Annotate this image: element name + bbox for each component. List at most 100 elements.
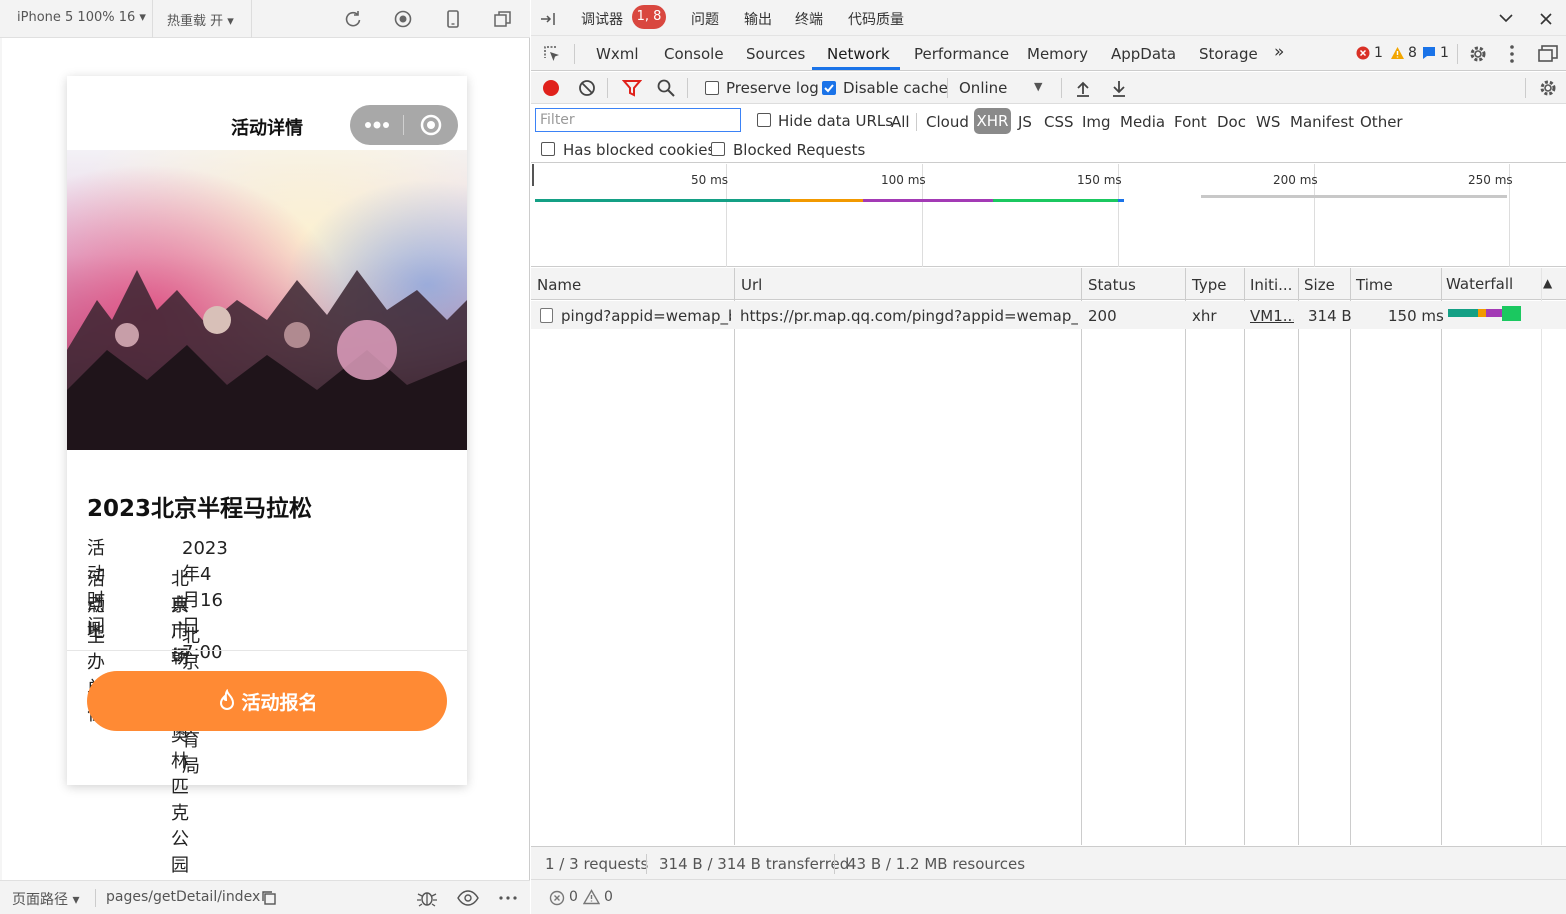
- tab-terminal[interactable]: 终端: [795, 9, 823, 29]
- filter-row: Filter Hide data URLs All Cloud XHR JS C…: [531, 105, 1566, 163]
- undock-icon[interactable]: [1537, 44, 1559, 64]
- tab-code-quality[interactable]: 代码质量: [848, 9, 904, 29]
- filter-type-font[interactable]: Font: [1174, 113, 1207, 131]
- capsule-menu[interactable]: [350, 105, 458, 145]
- filter-type-manifest[interactable]: Manifest: [1290, 113, 1354, 131]
- col-name[interactable]: Name: [537, 276, 581, 294]
- tab-storage[interactable]: Storage: [1199, 45, 1258, 63]
- column-divider[interactable]: [1441, 268, 1442, 845]
- tab-console[interactable]: Console: [664, 45, 724, 63]
- error-icon[interactable]: [1356, 46, 1370, 60]
- col-waterfall[interactable]: Waterfall: [1446, 275, 1513, 293]
- tab-performance[interactable]: Performance: [914, 45, 1009, 63]
- windows-icon[interactable]: [493, 9, 513, 29]
- export-har-icon[interactable]: [1111, 79, 1127, 97]
- hot-reload-select[interactable]: 热重载 开 ▾: [167, 10, 234, 29]
- request-url[interactable]: https://pr.map.qq.com/pingd?appid=wemap_…: [740, 307, 1078, 325]
- column-divider[interactable]: [734, 268, 735, 845]
- more-tabs-icon[interactable]: »: [1274, 42, 1284, 62]
- bug-icon[interactable]: [416, 888, 438, 908]
- more-icon[interactable]: [362, 116, 392, 134]
- filter-type-xhr[interactable]: XHR: [974, 108, 1011, 134]
- timeline-tick: 250 ms: [1468, 173, 1513, 187]
- filter-type-media[interactable]: Media: [1120, 113, 1165, 131]
- close-icon[interactable]: [1539, 12, 1553, 26]
- tab-sources[interactable]: Sources: [746, 45, 805, 63]
- tab-appdata[interactable]: AppData: [1111, 45, 1176, 63]
- device-select[interactable]: iPhone 5 100% 16 ▾: [17, 10, 146, 25]
- filter-type-other[interactable]: Other: [1360, 113, 1403, 131]
- network-overview-timeline[interactable]: 50 ms 100 ms 150 ms 200 ms 250 ms: [531, 164, 1566, 267]
- throttling-select[interactable]: Online: [959, 79, 1007, 97]
- close-miniprogram-icon[interactable]: [419, 113, 443, 137]
- blocked-requests-label: Blocked Requests: [733, 141, 866, 159]
- error-count: 1: [1374, 45, 1383, 61]
- col-time[interactable]: Time: [1356, 276, 1393, 294]
- filter-type-doc[interactable]: Doc: [1217, 113, 1246, 131]
- table-row[interactable]: pingd?appid=wemap_b... https://pr.map.qq…: [531, 301, 1566, 329]
- error-outline-icon[interactable]: [549, 890, 565, 906]
- kebab-menu-icon[interactable]: [1509, 44, 1515, 64]
- tab-network[interactable]: Network: [827, 45, 890, 63]
- gear-icon[interactable]: [1468, 44, 1488, 64]
- filter-type-css[interactable]: CSS: [1044, 113, 1074, 131]
- column-divider[interactable]: [1185, 268, 1186, 845]
- filter-type-all[interactable]: All: [891, 113, 910, 131]
- col-initiator[interactable]: Initi...: [1250, 276, 1292, 294]
- has-blocked-cookies-checkbox[interactable]: [541, 142, 555, 156]
- tab-output[interactable]: 输出: [744, 9, 772, 29]
- column-divider[interactable]: [1244, 268, 1245, 845]
- warning-icon[interactable]: [1390, 46, 1405, 60]
- tab-wxml[interactable]: Wxml: [596, 45, 639, 63]
- request-initiator-link[interactable]: VM1...: [1250, 307, 1294, 325]
- throttling-dropdown-icon[interactable]: ▼: [1034, 80, 1042, 93]
- network-settings-gear-icon[interactable]: [1538, 78, 1558, 98]
- hide-data-urls-checkbox[interactable]: [757, 113, 771, 127]
- warning-outline-icon[interactable]: [583, 889, 600, 905]
- clear-icon[interactable]: [578, 79, 596, 97]
- search-icon[interactable]: [657, 79, 675, 97]
- col-type[interactable]: Type: [1192, 276, 1226, 294]
- divider: [1061, 78, 1062, 98]
- phone-icon[interactable]: [443, 9, 463, 29]
- eye-icon[interactable]: [457, 889, 479, 907]
- col-size[interactable]: Size: [1304, 276, 1335, 294]
- chevron-down-icon[interactable]: [1499, 13, 1513, 23]
- divider: [67, 650, 467, 651]
- preserve-log-checkbox[interactable]: [705, 81, 719, 95]
- info-message-icon[interactable]: [1422, 46, 1436, 60]
- signup-button[interactable]: 活动报名: [87, 671, 447, 731]
- filter-type-ws[interactable]: WS: [1256, 113, 1280, 131]
- tab-issues[interactable]: 问题: [691, 9, 719, 29]
- copy-icon[interactable]: [261, 890, 277, 906]
- column-divider[interactable]: [1350, 268, 1351, 845]
- filter-type-img[interactable]: Img: [1082, 113, 1111, 131]
- more-icon[interactable]: [498, 895, 518, 901]
- tab-debugger[interactable]: 调试器: [581, 9, 623, 29]
- simulator-viewport: 活动详情 2023北京半程马拉松 活动时间 2023年4月16日 7:00 活动…: [2, 38, 529, 902]
- request-time: 150 ms: [1388, 307, 1444, 325]
- checkmark-icon: [824, 84, 834, 93]
- dock-icon[interactable]: [540, 11, 558, 27]
- blocked-requests-checkbox[interactable]: [711, 142, 725, 156]
- sort-ascending-icon[interactable]: ▲: [1543, 276, 1552, 290]
- filter-type-cloud[interactable]: Cloud: [926, 113, 969, 131]
- import-har-icon[interactable]: [1075, 79, 1091, 97]
- col-url[interactable]: Url: [741, 276, 762, 294]
- disable-cache-checkbox[interactable]: [822, 81, 836, 95]
- request-name[interactable]: pingd?appid=wemap_b...: [561, 307, 731, 325]
- col-status[interactable]: Status: [1088, 276, 1136, 294]
- page-path-select[interactable]: 页面路径 ▾: [12, 889, 79, 909]
- tab-memory[interactable]: Memory: [1027, 45, 1088, 63]
- stop-icon[interactable]: [393, 9, 413, 29]
- filter-icon[interactable]: [622, 79, 642, 97]
- refresh-icon[interactable]: [343, 9, 363, 29]
- filter-input[interactable]: Filter: [535, 108, 741, 132]
- request-status: 200: [1088, 307, 1117, 325]
- inspect-element-icon[interactable]: [542, 44, 562, 64]
- filter-type-js[interactable]: JS: [1018, 113, 1032, 131]
- record-icon[interactable]: [542, 79, 560, 97]
- column-divider[interactable]: [1081, 268, 1082, 845]
- column-divider[interactable]: [1298, 268, 1299, 845]
- divider: [1525, 78, 1526, 98]
